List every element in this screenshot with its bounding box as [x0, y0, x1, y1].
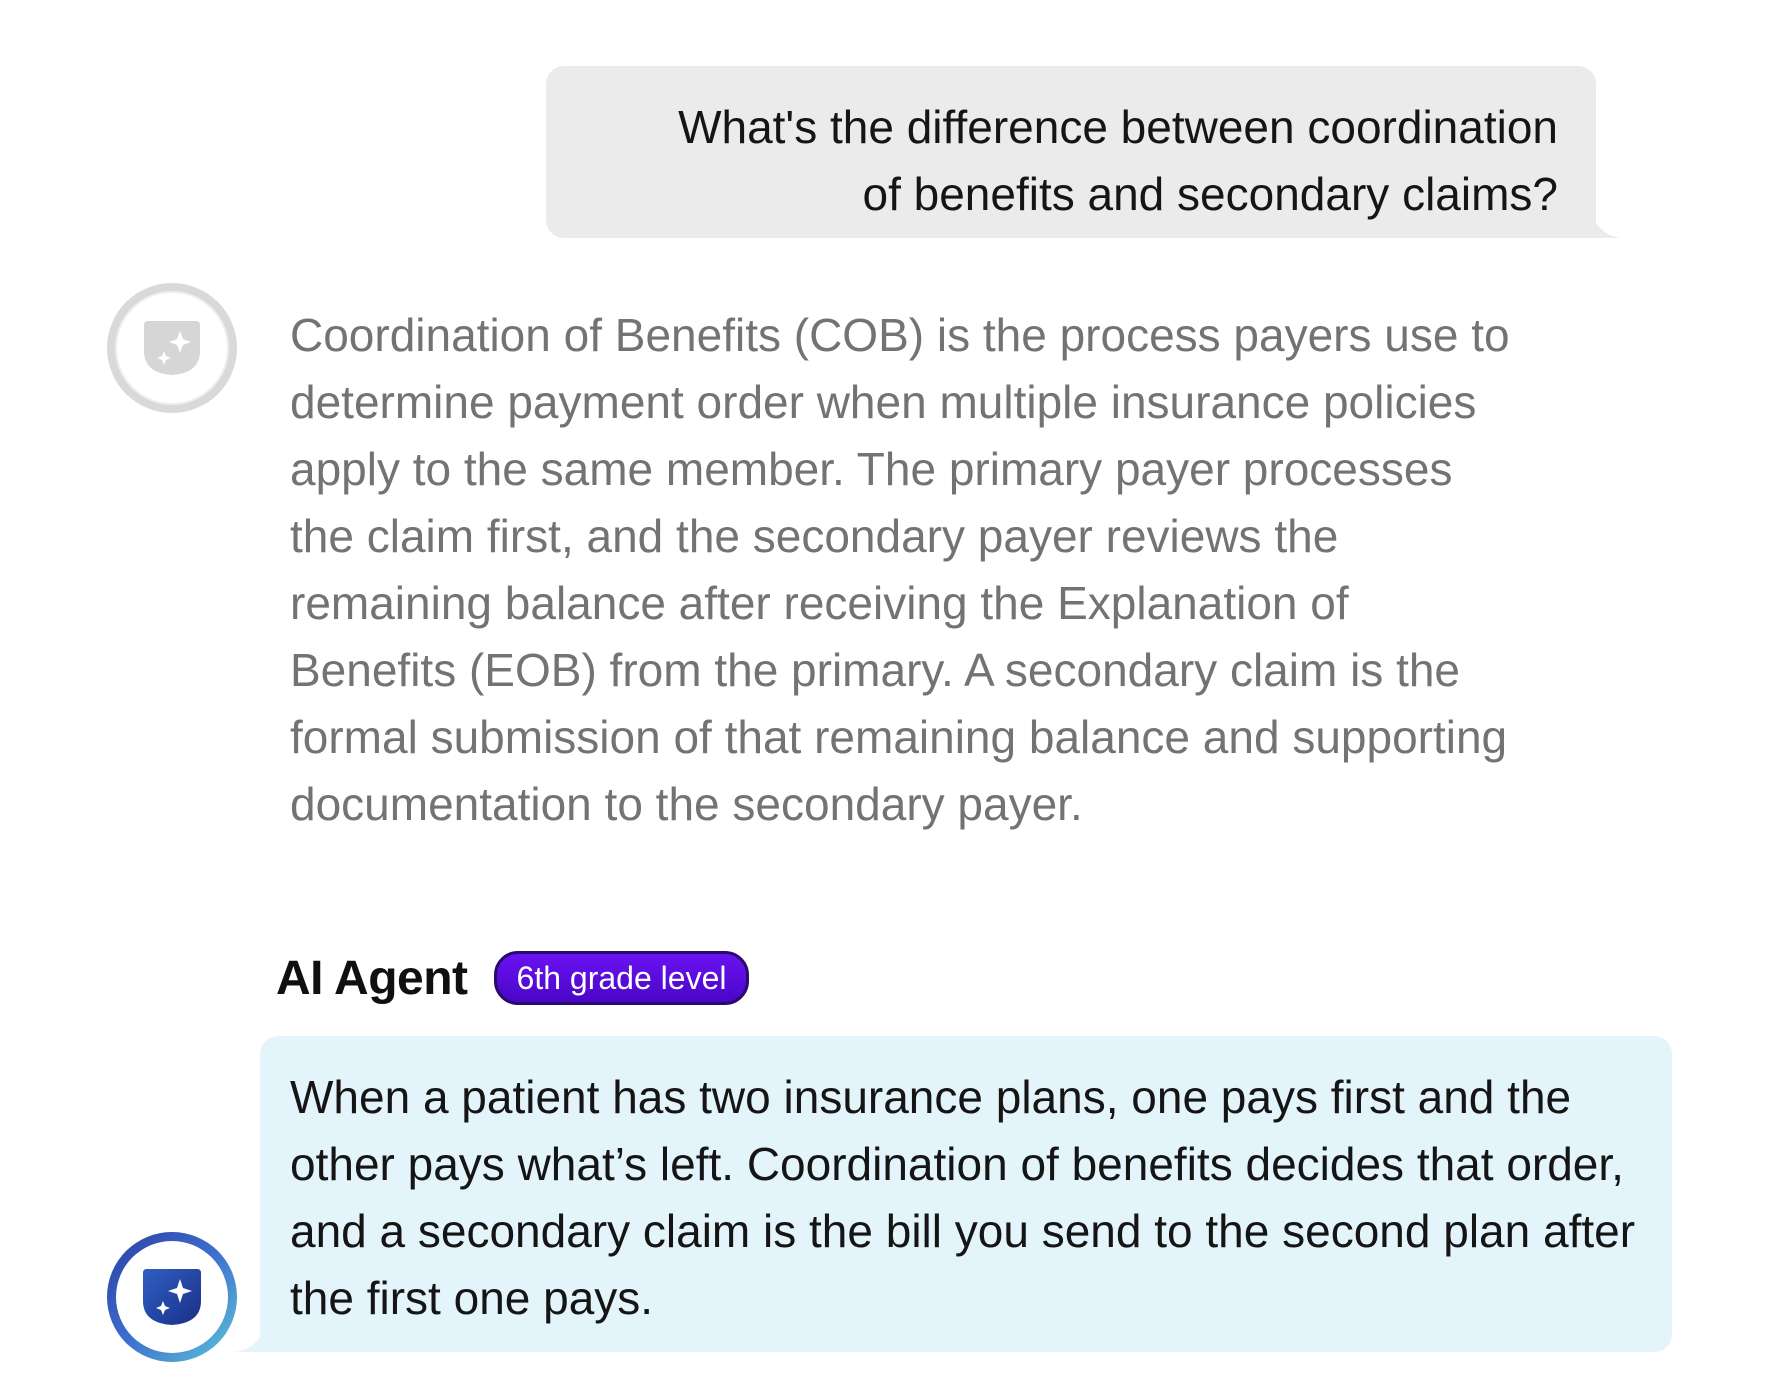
- original-answer-text: Coordination of Benefits (COB) is the pr…: [290, 309, 1510, 830]
- user-message-line-2: of benefits and secondary claims?: [862, 168, 1558, 220]
- user-bubble-tail: [1590, 204, 1630, 238]
- assistant-avatar-inactive: [107, 283, 237, 413]
- agent-header: AI Agent 6th grade level: [276, 946, 750, 1010]
- reading-level-badge: 6th grade level: [493, 951, 750, 1005]
- user-message-line-1: What's the difference between coordinati…: [678, 101, 1558, 153]
- agent-simplified-answer-bubble: When a patient has two insurance plans, …: [260, 1036, 1672, 1352]
- agent-simplified-answer-text: When a patient has two insurance plans, …: [290, 1071, 1636, 1324]
- sparkle-shield-icon: [143, 1269, 201, 1325]
- agent-bubble-tail: [226, 1318, 266, 1352]
- sparkle-shield-icon: [144, 321, 200, 375]
- agent-avatar: [107, 1232, 237, 1362]
- user-message-bubble: What's the difference between coordinati…: [546, 66, 1596, 238]
- agent-name: AI Agent: [276, 951, 468, 1005]
